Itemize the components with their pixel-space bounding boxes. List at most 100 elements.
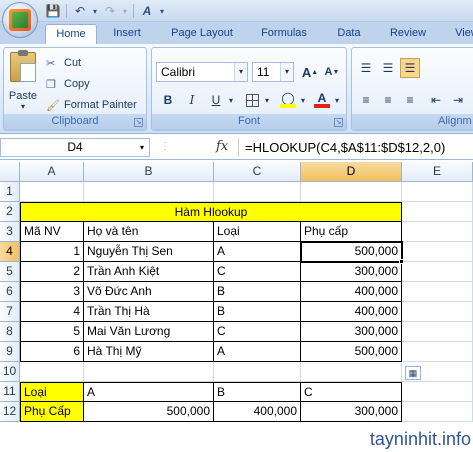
column-header-b[interactable]: B — [84, 162, 214, 182]
record-name-cell[interactable]: Hà Thị Mỹ — [84, 342, 214, 362]
bold-button[interactable]: B — [158, 90, 178, 110]
name-box-dropdown-icon[interactable]: ▾ — [135, 139, 149, 156]
lookup-value-cell[interactable]: 500,000 — [84, 402, 214, 422]
cell[interactable] — [214, 182, 301, 202]
paste-dropdown-icon[interactable]: ▾ — [21, 102, 25, 111]
text-effects-icon[interactable]: A — [138, 3, 156, 19]
paste-button[interactable]: Paste ▾ — [7, 50, 39, 112]
align-right-button[interactable]: ≡ — [400, 90, 420, 110]
record-type-cell[interactable]: A — [214, 242, 301, 262]
record-allowance-cell[interactable]: 500,000 — [301, 342, 402, 362]
borders-button[interactable] — [242, 90, 262, 110]
row-header[interactable]: 9 — [0, 342, 20, 362]
record-name-cell[interactable]: Võ Đức Anh — [84, 282, 214, 302]
row-header[interactable]: 4 — [0, 242, 20, 262]
record-allowance-cell[interactable]: 300,000 — [301, 262, 402, 282]
borders-dropdown-icon[interactable]: ▾ — [262, 90, 272, 110]
font-name-dropdown-icon[interactable]: ▾ — [234, 63, 247, 81]
align-left-button[interactable]: ≡ — [356, 90, 376, 110]
italic-button[interactable]: I — [182, 90, 202, 110]
tab-insert[interactable]: Insert — [104, 24, 150, 44]
save-icon[interactable]: 💾 — [44, 3, 62, 19]
tab-review[interactable]: Review — [382, 24, 434, 44]
column-header-e[interactable]: E — [402, 162, 473, 182]
align-center-button[interactable]: ≡ — [378, 90, 398, 110]
row-header[interactable]: 8 — [0, 322, 20, 342]
record-id-cell[interactable]: 6 — [20, 342, 84, 362]
formula-input[interactable]: =HLOOKUP(C4,$A$11:$D$12,2,0) — [245, 138, 445, 157]
font-color-dropdown-icon[interactable]: ▾ — [332, 90, 342, 110]
select-all-corner[interactable] — [0, 162, 20, 182]
cell[interactable] — [402, 262, 473, 282]
sheet-title-cell[interactable]: Hàm Hlookup — [20, 202, 402, 222]
record-name-cell[interactable]: Trần Thị Hà — [84, 302, 214, 322]
fill-color-dropdown-icon[interactable]: ▾ — [298, 90, 308, 110]
cell[interactable] — [84, 362, 214, 382]
record-type-cell[interactable]: C — [214, 322, 301, 342]
font-size-dropdown-icon[interactable]: ▾ — [280, 63, 293, 81]
insert-function-icon[interactable]: fx — [216, 139, 228, 154]
record-type-cell[interactable]: C — [214, 262, 301, 282]
undo-icon[interactable]: ↶ — [71, 3, 89, 19]
font-color-button[interactable]: A — [312, 90, 332, 110]
row-header[interactable]: 7 — [0, 302, 20, 322]
font-name-combo[interactable]: Calibri ▾ — [156, 62, 248, 82]
tab-data[interactable]: Data — [329, 24, 369, 44]
record-allowance-cell[interactable]: 400,000 — [301, 302, 402, 322]
undo-dropdown-icon[interactable]: ▾ — [91, 3, 99, 19]
grow-font-button[interactable]: A ▲ — [300, 62, 320, 82]
underline-dropdown-icon[interactable]: ▾ — [226, 90, 236, 110]
cell[interactable] — [402, 382, 473, 402]
cell[interactable] — [301, 362, 402, 382]
header-loai-cell[interactable]: Loại — [214, 222, 301, 242]
customize-qat-icon[interactable]: ▾ — [158, 3, 166, 19]
record-name-cell[interactable]: Trần Anh Kiệt — [84, 262, 214, 282]
lookup-key-cell[interactable]: A — [84, 382, 214, 402]
tab-formulas[interactable]: Formulas — [254, 24, 314, 44]
redo-icon[interactable]: ↷ — [101, 3, 119, 19]
lookup-key-label-cell[interactable]: Loại — [20, 382, 84, 402]
record-name-cell[interactable]: Nguyễn Thị Sen — [84, 242, 214, 262]
record-id-cell[interactable]: 3 — [20, 282, 84, 302]
cell[interactable] — [402, 322, 473, 342]
record-allowance-cell[interactable]: 400,000 — [301, 282, 402, 302]
cut-button[interactable]: ✂ Cut — [46, 54, 81, 72]
increase-indent-button[interactable]: ⇥ — [448, 90, 468, 110]
auto-fill-options-icon[interactable]: ▦ — [405, 366, 421, 380]
align-middle-button[interactable]: ☰ — [378, 58, 398, 78]
header-phu-cap-cell[interactable]: Phụ cấp — [301, 222, 402, 242]
row-header[interactable]: 3 — [0, 222, 20, 242]
record-id-cell[interactable]: 2 — [20, 262, 84, 282]
record-id-cell[interactable]: 4 — [20, 302, 84, 322]
align-top-button[interactable]: ☰ — [356, 58, 376, 78]
column-header-d[interactable]: D — [301, 162, 402, 182]
format-painter-button[interactable]: 🖌 Format Painter — [46, 96, 137, 114]
cell[interactable] — [402, 202, 473, 222]
record-type-cell[interactable]: B — [214, 302, 301, 322]
underline-button[interactable]: U — [206, 90, 226, 110]
row-header[interactable]: 12 — [0, 402, 20, 422]
cell[interactable] — [20, 182, 84, 202]
lookup-value-cell[interactable]: 300,000 — [301, 402, 402, 422]
row-header[interactable]: 10 — [0, 362, 20, 382]
row-header[interactable]: 6 — [0, 282, 20, 302]
cell[interactable] — [402, 242, 473, 262]
cell[interactable] — [402, 302, 473, 322]
cell[interactable] — [402, 222, 473, 242]
shrink-font-button[interactable]: A ▼ — [322, 62, 342, 82]
cell[interactable] — [402, 402, 473, 422]
cell[interactable] — [20, 362, 84, 382]
column-header-a[interactable]: A — [20, 162, 84, 182]
record-id-cell[interactable]: 5 — [20, 322, 84, 342]
redo-dropdown-icon[interactable]: ▾ — [121, 3, 129, 19]
cell[interactable] — [402, 182, 473, 202]
record-type-cell[interactable]: A — [214, 342, 301, 362]
row-header[interactable]: 11 — [0, 382, 20, 402]
align-bottom-button[interactable]: ☰ — [400, 58, 420, 78]
row-header[interactable]: 1 — [0, 182, 20, 202]
record-name-cell[interactable]: Mai Văn Lương — [84, 322, 214, 342]
tab-page-layout[interactable]: Page Layout — [164, 24, 240, 44]
header-ma-nv-cell[interactable]: Mã NV — [20, 222, 84, 242]
column-header-c[interactable]: C — [214, 162, 301, 182]
record-id-cell[interactable]: 1 — [20, 242, 84, 262]
